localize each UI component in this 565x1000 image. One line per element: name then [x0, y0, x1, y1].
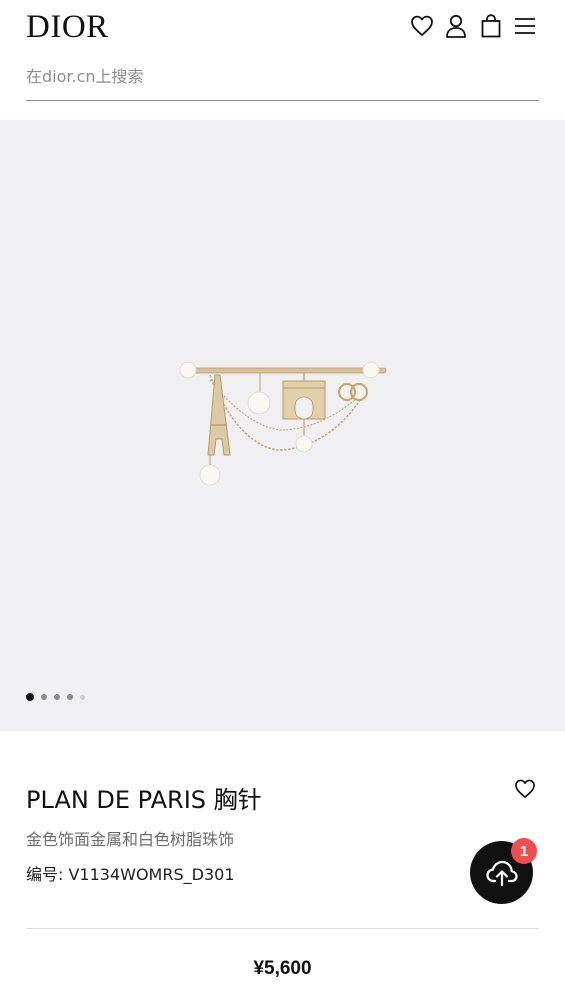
menu-icon [515, 18, 535, 34]
divider [26, 928, 539, 929]
dior-logo[interactable]: DIOR [26, 8, 109, 46]
carousel-dot[interactable] [41, 694, 47, 700]
product-title: PLAN DE PARIS 胸针 [26, 786, 262, 814]
carousel-dot[interactable] [67, 694, 73, 700]
shopping-bag-icon [481, 14, 501, 38]
carousel-dots [26, 693, 85, 701]
search-bar [26, 60, 539, 101]
user-icon [446, 14, 466, 38]
product-description: 金色饰面金属和白色树脂珠饰 [26, 830, 235, 849]
carousel-dot[interactable] [54, 694, 60, 700]
heart-icon [411, 15, 433, 36]
product-reference: 编号: V1134WOMRS_D301 [26, 865, 235, 884]
brooch-image [179, 361, 387, 486]
cart-button[interactable] [477, 12, 505, 40]
heart-icon [515, 779, 535, 798]
account-button[interactable] [442, 12, 470, 40]
wishlist-button[interactable] [408, 12, 436, 40]
product-gallery[interactable] [0, 120, 565, 731]
menu-button[interactable] [511, 12, 539, 40]
carousel-dot[interactable] [80, 694, 85, 700]
product-price: ¥5,600 [253, 958, 312, 979]
notification-badge: 1 [511, 838, 537, 864]
header: DIOR [0, 0, 565, 60]
add-to-wishlist-button[interactable] [511, 775, 539, 803]
carousel-dot[interactable] [26, 693, 34, 701]
search-input[interactable] [26, 60, 539, 92]
cloud-upload-icon [485, 860, 518, 886]
